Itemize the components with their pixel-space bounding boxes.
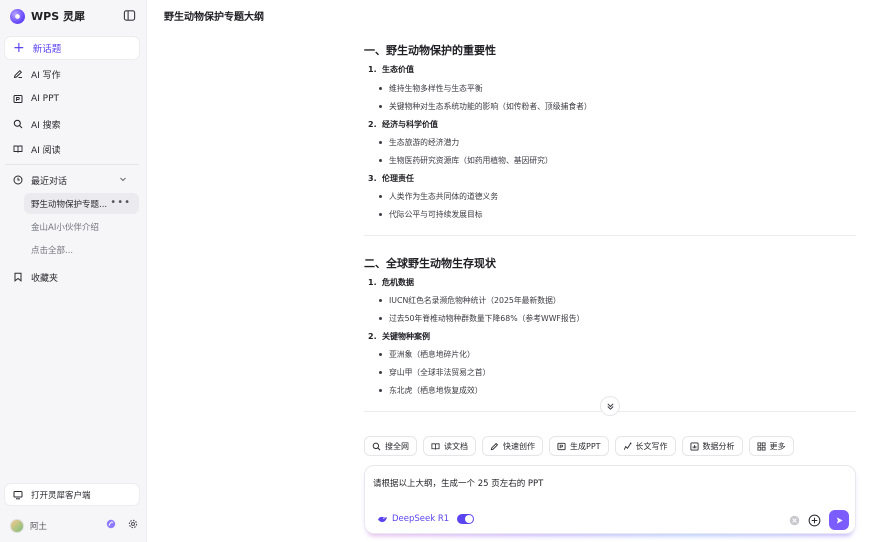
outline-item: 2. 关键物种案例 [368, 332, 430, 341]
new-topic-label: 新话题 [32, 44, 62, 55]
sidebar-item-label: AI 写作 [31, 70, 61, 81]
recent-item-label: 金山AI小伙伴介绍 [31, 222, 99, 233]
sidebar-item-ai-search[interactable]: AI 搜索 [5, 113, 139, 135]
recent-item-kingsoft-ai[interactable]: 金山AI小伙伴介绍 [24, 216, 139, 237]
sidebar-item-label: AI 阅读 [31, 145, 61, 156]
pen-icon [13, 69, 23, 79]
chip-label: 生成PPT [570, 441, 601, 451]
outline-bullet: IUCN红色名录濒危物种统计（2025年最新数据） [379, 296, 561, 305]
wps-lingxi-logo-icon [10, 8, 25, 24]
model-selector[interactable]: DeepSeek R1 [377, 514, 475, 524]
chip-label: 长文写作 [635, 441, 668, 451]
sidebar-item-ai-writing[interactable]: AI 写作 [5, 63, 139, 85]
page-title: 野生动物保护专题大纲 [164, 12, 264, 23]
send-button[interactable] [829, 510, 849, 530]
grid-icon [757, 441, 766, 451]
plus-icon: + [13, 40, 25, 56]
chip-label: 快速创作 [503, 441, 535, 451]
chip-label: 数据分析 [702, 441, 735, 451]
avatar[interactable] [10, 519, 24, 533]
recent-item-label: 点击全部... [31, 245, 74, 256]
search-icon [372, 442, 381, 450]
sidebar: WPS 灵犀 + 新话题 AI 写作 AI PPT AI 搜索 AI 阅读 最近… [0, 0, 147, 542]
section-heading: 二、全球野生动物生存现状 [364, 257, 496, 270]
input-actions [789, 510, 849, 530]
double-chevron-down-icon [606, 402, 614, 410]
open-client-label: 打开灵犀客户端 [31, 490, 91, 501]
book-icon [13, 145, 23, 153]
new-topic-button[interactable]: + 新话题 [5, 37, 139, 59]
sidebar-item-label: AI PPT [31, 94, 60, 104]
longtext-icon [623, 442, 632, 450]
more-options-icon[interactable]: ••• [110, 197, 131, 208]
book-icon [431, 442, 440, 450]
chip-label: 读文档 [444, 441, 468, 451]
sidebar-item-label: 收藏夹 [31, 273, 59, 284]
outline-bullet: 过去50年脊椎动物种群数量下降68%（参考WWF报告） [378, 314, 585, 323]
chip-quick-create[interactable]: 快速创作 [482, 436, 543, 456]
outline-bullet: 人类作为生态共同体的道德义务 [378, 192, 499, 201]
outline-bullet: 穿山甲（全球非法贸易之首） [378, 368, 491, 377]
recent-conversations-toggle[interactable]: 最近对话 [5, 169, 139, 191]
ppt-icon [13, 95, 23, 103]
user-profile[interactable]: 阿土 [10, 518, 138, 534]
sidebar-item-ai-reading[interactable]: AI 阅读 [5, 138, 139, 160]
recent-item-label: 野生动物保护专题... [31, 199, 108, 210]
chip-generate-ppt[interactable]: 生成PPT [549, 436, 609, 456]
clear-icon[interactable] [789, 515, 800, 526]
chip-search-web[interactable]: 搜全网 [364, 436, 417, 456]
outline-item: 1. 生态价值 [368, 65, 414, 74]
outline-bullet: 生物医药研究资源库（如药用植物、基因研究） [379, 156, 553, 165]
outline-item: 1. 危机数据 [368, 278, 414, 287]
outline-bullet: 代际公平与可持续发展目标 [379, 210, 483, 219]
outline-item: 3. 伦理责任 [368, 174, 414, 183]
chat-input[interactable]: 请根据以上大纲，生成一个 25 页左右的 PPT [373, 477, 543, 489]
recent-item-view-all[interactable]: 点击全部... [24, 239, 139, 260]
chip-more[interactable]: 更多 [748, 436, 794, 456]
chip-long-form-writing[interactable]: 长文写作 [614, 436, 676, 456]
sidebar-collapse-icon[interactable] [123, 9, 136, 22]
deep-thinking-toggle[interactable] [457, 514, 475, 524]
brand[interactable]: WPS 灵犀 [10, 6, 85, 26]
chart-icon [689, 441, 699, 451]
search-icon [13, 119, 23, 129]
outline-bullet: 东北虎（栖息地恢复成效） [379, 386, 483, 395]
outline-item: 2. 经济与科学价值 [368, 120, 438, 129]
model-name: DeepSeek R1 [392, 514, 450, 524]
clock-icon [13, 175, 23, 185]
outline-bullet: 关键物种对生态系统功能的影响（如传粉者、顶级捕食者） [379, 102, 592, 111]
outline-bullet: 生态旅游的经济潜力 [378, 138, 460, 147]
section-heading: 一、野生动物保护的重要性 [364, 44, 496, 57]
ppt-icon [557, 442, 566, 450]
sidebar-item-favorites[interactable]: 收藏夹 [5, 266, 139, 288]
sidebar-item-label: AI 搜索 [31, 120, 61, 131]
sidebar-item-ai-ppt[interactable]: AI PPT [5, 88, 139, 110]
recent-conversations-label: 最近对话 [31, 176, 68, 187]
sidebar-divider [5, 164, 139, 165]
quick-actions-bar: 搜全网 读文档 快速创作 生成PPT 长文写作 数据分析 更多 [364, 436, 794, 456]
favorites-icon [14, 272, 22, 282]
chip-label: 更多 [769, 441, 786, 451]
add-attachment-icon[interactable] [808, 514, 821, 527]
send-arrow-icon [836, 516, 843, 524]
chip-data-analysis[interactable]: 数据分析 [681, 436, 743, 456]
chat-input-box[interactable]: 请根据以上大纲，生成一个 25 页左右的 PPT DeepSeek R1 [364, 465, 856, 534]
outline-bullet: 亚洲象（栖息地碎片化） [379, 350, 475, 359]
open-client-button[interactable]: 打开灵犀客户端 [5, 484, 139, 505]
user-name: 阿土 [30, 522, 48, 532]
monitor-icon [13, 490, 23, 499]
settings-gear-icon[interactable] [128, 519, 138, 529]
section-divider [364, 235, 856, 236]
chevron-down-icon [120, 177, 126, 182]
theme-icon[interactable] [106, 519, 116, 529]
chip-read-document[interactable]: 读文档 [423, 436, 476, 456]
outline-bullet: 维持生物多样性与生态平衡 [379, 84, 483, 93]
scroll-to-bottom-button[interactable] [601, 397, 619, 415]
deepseek-whale-icon [378, 516, 387, 522]
chip-label: 搜全网 [385, 441, 409, 451]
app-name: WPS 灵犀 [31, 10, 85, 23]
recent-item-wildlife-outline[interactable]: 野生动物保护专题... ••• [24, 193, 139, 214]
pen-icon [490, 442, 499, 450]
